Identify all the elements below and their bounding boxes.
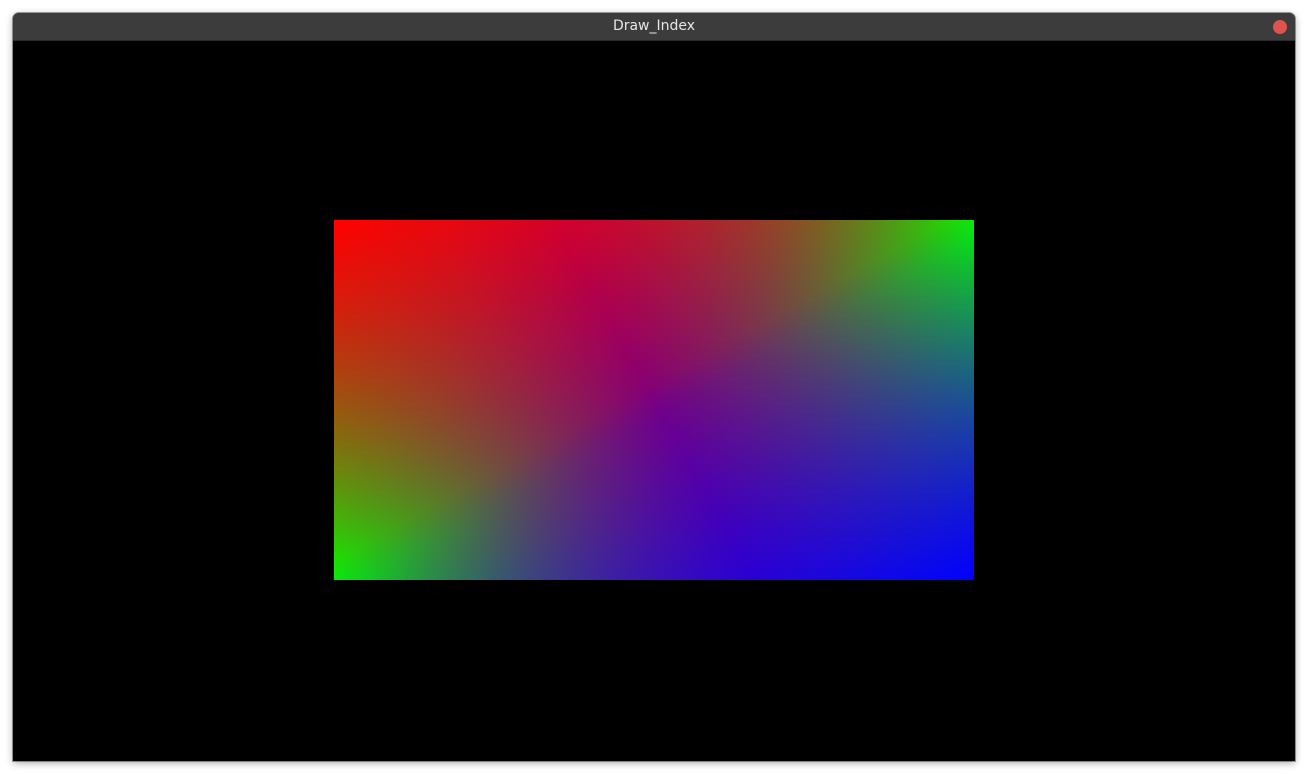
- window-title: Draw_Index: [612, 18, 696, 34]
- gradient-quad: [334, 220, 974, 580]
- close-icon[interactable]: [1273, 20, 1287, 34]
- quad-gradient-layer-3: [334, 220, 974, 580]
- app-window: Draw_Index: [13, 13, 1295, 761]
- render-viewport: [13, 41, 1295, 761]
- title-bar[interactable]: Draw_Index: [13, 13, 1295, 41]
